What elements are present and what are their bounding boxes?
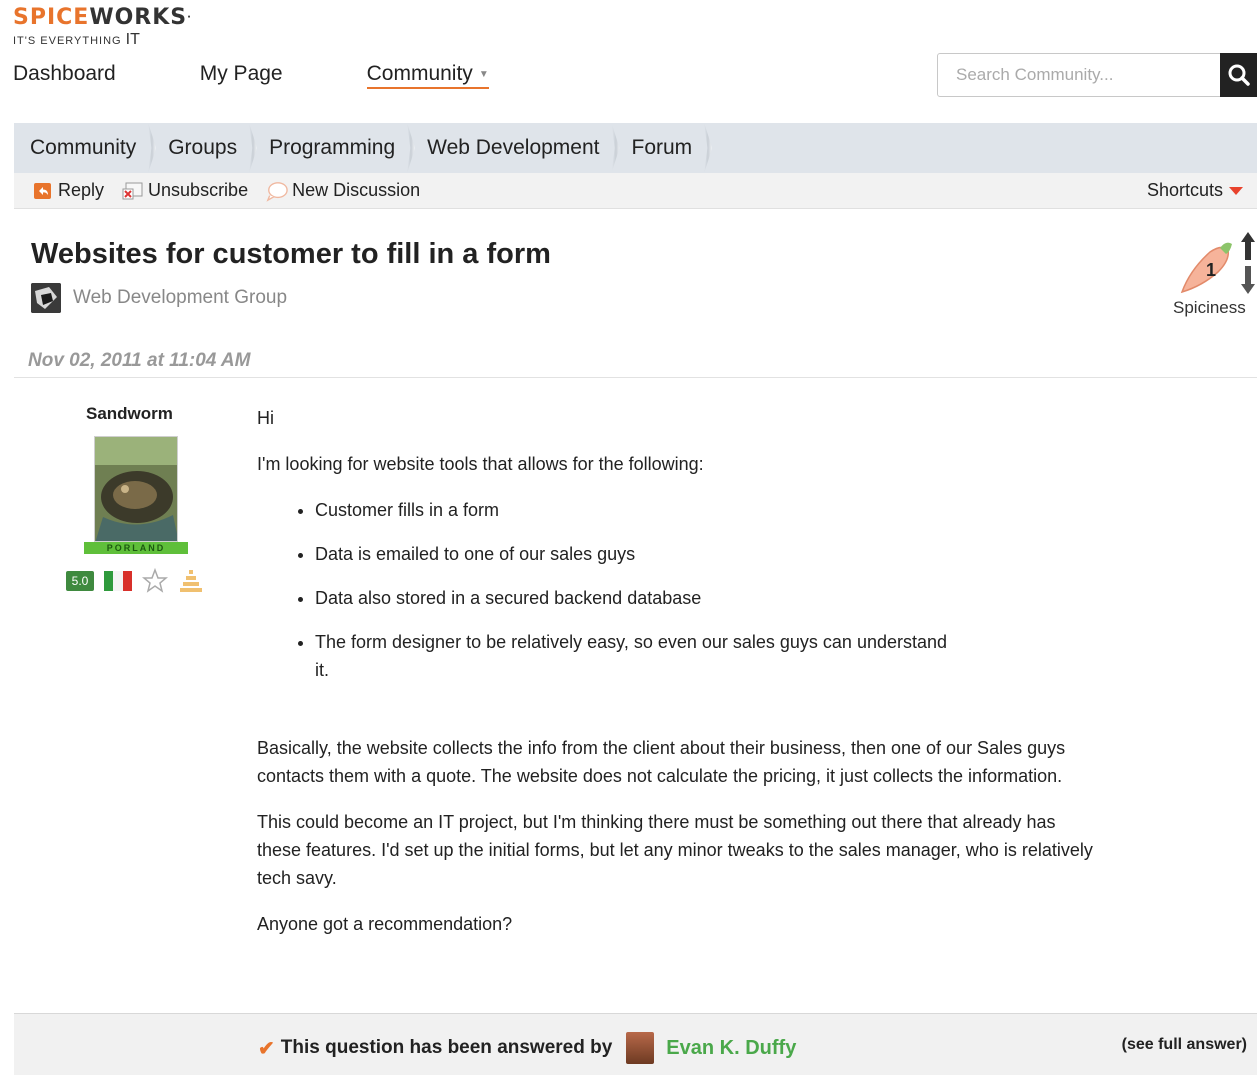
- new-discussion-button[interactable]: New Discussion: [266, 180, 420, 202]
- list-item: Data also stored in a secured backend da…: [315, 584, 1097, 612]
- unsubscribe-icon: [122, 180, 144, 202]
- answered-text: This question has been answered by: [280, 1037, 613, 1058]
- post-intro: I'm looking for website tools that allow…: [257, 454, 704, 474]
- breadcrumb: Community Groups Programming Web Develop…: [14, 123, 1257, 173]
- list-item: The form designer to be relatively easy,…: [315, 628, 955, 684]
- levels-icon: [180, 570, 202, 592]
- answered-banner: ✔ This question has been answered by Eva…: [14, 1013, 1257, 1075]
- spiciness-label: Spiciness: [1173, 298, 1246, 317]
- new-discussion-label: New Discussion: [292, 180, 421, 200]
- divider: [14, 377, 1257, 378]
- search-button[interactable]: [1220, 53, 1257, 97]
- group-link[interactable]: Web Development Group: [31, 283, 287, 313]
- post-bullet-list: Customer fills in a form Data is emailed…: [315, 496, 1097, 684]
- spiciness-value: 1: [1206, 260, 1216, 280]
- chevron-down-icon: ▼: [478, 68, 489, 80]
- answerer-avatar[interactable]: [626, 1032, 655, 1064]
- answered-message: ✔ This question has been answered by Eva…: [258, 1032, 796, 1064]
- list-item: Customer fills in a form: [315, 496, 1097, 524]
- unsubscribe-button[interactable]: Unsubscribe: [122, 180, 248, 202]
- search-icon: [1228, 64, 1250, 86]
- search-input[interactable]: [938, 54, 1220, 96]
- post-paragraph: Anyone got a recommendation?: [257, 914, 513, 934]
- reply-label: Reply: [58, 180, 105, 200]
- reply-icon: [32, 180, 54, 202]
- author-name[interactable]: Sandworm: [86, 404, 173, 424]
- logo-works: WORKS: [89, 5, 188, 30]
- nav-community[interactable]: Community ▼: [366, 62, 489, 89]
- author-rank-badge: PORLAND: [84, 542, 188, 554]
- top-navigation: Dashboard My Page Community ▼: [13, 62, 573, 89]
- breadcrumb-community[interactable]: Community: [14, 123, 152, 173]
- spiceworks-logo[interactable]: SPICEWORKS· IT'S EVERYTHING IT: [13, 7, 192, 49]
- logo-spice: SPICE: [13, 5, 90, 30]
- unsubscribe-label: Unsubscribe: [148, 180, 249, 200]
- italy-flag-icon: [104, 571, 132, 591]
- star-icon[interactable]: [142, 568, 168, 594]
- shortcuts-label: Shortcuts: [1146, 180, 1223, 200]
- nav-my-page[interactable]: My Page: [200, 62, 283, 89]
- breadcrumb-programming[interactable]: Programming: [253, 123, 411, 173]
- list-item: Data is emailed to one of our sales guys: [315, 540, 1097, 568]
- answerer-name[interactable]: Evan K. Duffy: [666, 1037, 796, 1060]
- post-paragraph: Basically, the website collects the info…: [257, 738, 1066, 786]
- nav-dashboard[interactable]: Dashboard: [13, 62, 116, 89]
- logo-wordmark: SPICEWORKS·: [13, 7, 192, 29]
- post-body: Hi I'm looking for website tools that al…: [257, 404, 1097, 956]
- action-bar: Reply Unsubscribe New Discussion Shortcu…: [14, 173, 1257, 209]
- reply-button[interactable]: Reply: [32, 180, 104, 202]
- shortcuts-menu[interactable]: Shortcuts: [1147, 180, 1243, 201]
- post-date: Nov 02, 2011 at 11:04 AM: [28, 350, 251, 371]
- tagline-text: IT'S EVERYTHING: [13, 35, 122, 47]
- see-full-answer-link[interactable]: (see full answer): [1122, 1036, 1247, 1054]
- post-greeting: Hi: [257, 408, 274, 428]
- logo-tagline: IT'S EVERYTHING IT: [13, 31, 192, 49]
- speech-bubble-icon: [266, 180, 288, 202]
- group-avatar-icon: [31, 283, 61, 313]
- group-name: Web Development Group: [73, 287, 288, 308]
- post-paragraph: This could become an IT project, but I'm…: [257, 812, 1093, 888]
- chevron-down-icon: [1229, 186, 1243, 195]
- author-avatar[interactable]: [94, 436, 178, 542]
- author-score-badge: 5.0: [66, 571, 94, 591]
- search-box: [937, 53, 1221, 97]
- author-badges: 5.0: [66, 568, 204, 594]
- breadcrumb-groups[interactable]: Groups: [152, 123, 253, 173]
- logo-tm: ·: [187, 12, 192, 23]
- breadcrumb-web-development[interactable]: Web Development: [411, 123, 615, 173]
- topic-title: Websites for customer to fill in a form: [31, 238, 551, 270]
- breadcrumb-forum[interactable]: Forum: [616, 123, 709, 173]
- vote-arrows-icon[interactable]: [1240, 230, 1257, 300]
- nav-community-label: Community: [366, 62, 473, 85]
- checkmark-icon: ✔: [258, 1037, 275, 1060]
- tagline-it: IT: [125, 31, 140, 48]
